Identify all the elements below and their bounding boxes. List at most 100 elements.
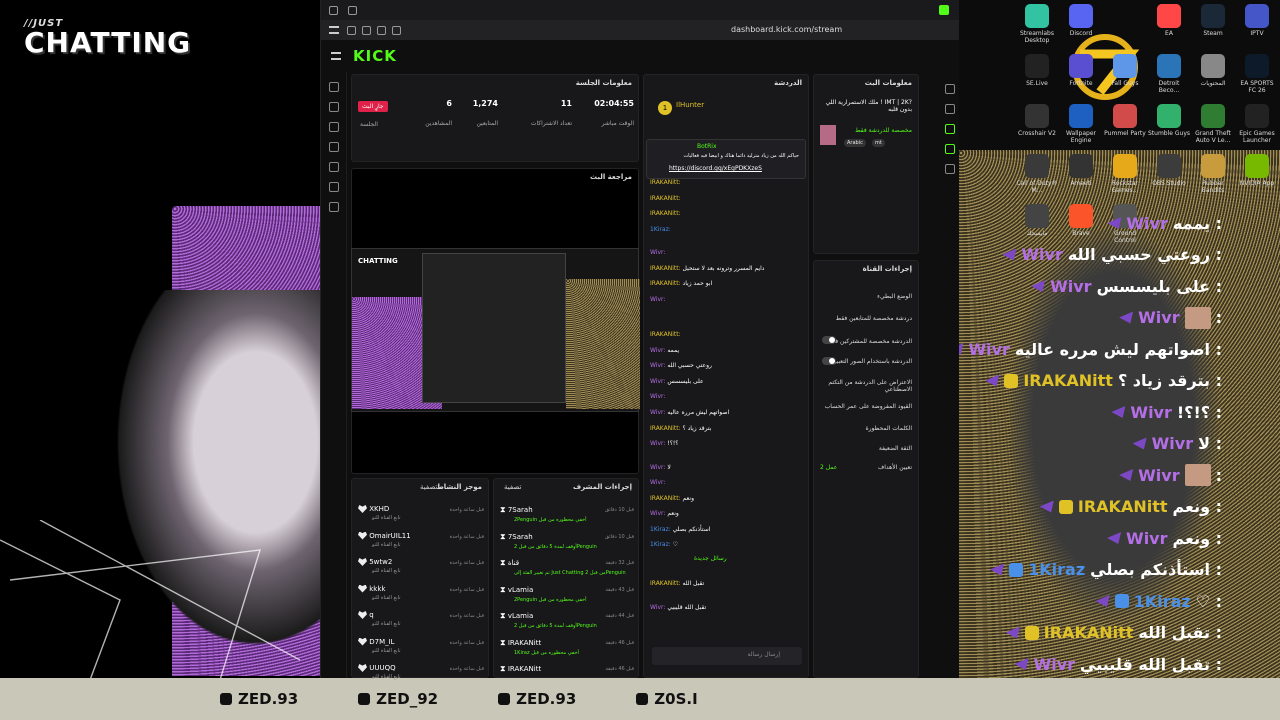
home-icon[interactable] — [328, 102, 339, 112]
stream-preview-video[interactable]: CHATTING — [351, 248, 640, 412]
desktop-icon[interactable]: Stumble Guys — [1148, 104, 1190, 137]
focus-icon[interactable] — [945, 124, 955, 134]
mod-action-user[interactable]: IRAKANitt — [506, 665, 541, 673]
channel-action-item[interactable]: تعيين الأهداف — [878, 464, 912, 471]
desktop-icon[interactable]: Wallpaper Engine — [1060, 104, 1102, 144]
gear-icon[interactable] — [328, 202, 339, 212]
desktop-icon[interactable]: NVIDIA App — [1236, 154, 1278, 187]
desktop-icon[interactable]: Grand Theft Auto V Le... — [1192, 104, 1234, 144]
desktop-icon[interactable]: Rubber Bandits — [1192, 154, 1234, 194]
location-icon[interactable] — [362, 25, 371, 35]
channel-action-item[interactable]: الاعتراض على الدردشة من التكتم الاصطناعي — [814, 379, 912, 393]
tag-arabic[interactable]: Arabic — [844, 139, 866, 147]
desktop-icon[interactable]: EA — [1148, 4, 1190, 37]
edit-icon[interactable] — [392, 25, 401, 35]
hamburger-icon[interactable] — [331, 52, 341, 60]
desktop-icon[interactable]: Fortnite — [1060, 54, 1102, 87]
chat-username[interactable]: Wivr: — [650, 440, 667, 447]
chat-username[interactable]: 1Kiraz: — [650, 526, 673, 533]
tab-icon[interactable] — [348, 5, 357, 15]
desktop-icon[interactable]: Fall Guys — [1104, 54, 1146, 87]
activity-user[interactable]: XKHD — [367, 505, 389, 513]
top-user-name[interactable]: IlHunter — [676, 101, 704, 109]
kick-tab-icon[interactable] — [939, 5, 949, 15]
target-icon[interactable] — [328, 162, 339, 172]
chat-username[interactable]: Wivr: — [650, 393, 665, 400]
chat-username[interactable]: Wivr: — [650, 362, 667, 369]
chat-username[interactable]: Wivr: — [650, 510, 667, 517]
chat-username[interactable]: IRAKANitt: — [650, 179, 681, 186]
desktop-icon[interactable]: OBS Studio — [1148, 154, 1190, 187]
desktop-icon[interactable]: Ameeti — [1060, 154, 1102, 187]
desktop-icon[interactable]: المحتويات — [1192, 54, 1234, 87]
mod-action-user[interactable]: vLamia — [506, 612, 533, 620]
chat-username[interactable]: IRAKANitt: — [650, 495, 683, 502]
channel-action-item[interactable]: الثقة الضعيفة — [879, 445, 912, 452]
chat-username[interactable]: Wivr: — [650, 479, 665, 486]
channel-action-item[interactable]: الدردشة مخصصة للمشتركين فقط — [827, 338, 912, 345]
desktop-icon[interactable]: Steam — [1192, 4, 1234, 37]
desktop-icon[interactable]: Detroit Beco... — [1148, 54, 1190, 94]
trophy-icon[interactable] — [328, 122, 339, 132]
chat-username[interactable]: Wivr: — [650, 347, 667, 354]
chat-username[interactable]: IRAKANitt: — [650, 580, 683, 587]
chat-username[interactable]: IRAKANitt: — [650, 280, 683, 287]
channel-action-item[interactable]: الدردشة باستخدام الصور التعبيرية — [828, 358, 912, 365]
chat-username[interactable]: Wivr: — [650, 249, 665, 256]
chat-username[interactable]: 1Kiraz: — [650, 541, 673, 548]
pen-icon[interactable] — [945, 104, 955, 114]
chat-username[interactable]: Wivr: — [650, 409, 667, 416]
desktop-icon[interactable]: EA SPORTS FC 26 — [1236, 54, 1278, 94]
chat-username[interactable]: 1Kiraz: — [650, 226, 671, 233]
activity-user[interactable]: OmairUIL11 — [367, 532, 410, 540]
chat-username[interactable]: IRAKANitt: — [650, 425, 683, 432]
chat-username[interactable]: IRAKANitt: — [650, 195, 681, 202]
activity-user[interactable]: UUUQQ — [367, 664, 395, 672]
desktop-icon[interactable]: Discord — [1060, 4, 1102, 37]
activity-filter[interactable]: تصفية — [420, 483, 437, 491]
chat-username[interactable]: Wivr: — [650, 464, 667, 471]
mod-action-user[interactable]: IRAKANitt — [506, 639, 541, 647]
mod-action-user[interactable]: vLamia — [506, 586, 533, 594]
menu-icon[interactable] — [329, 26, 339, 34]
channel-action-item[interactable]: الوضع البطيء — [877, 293, 912, 300]
chat-username[interactable]: IRAKANitt: — [650, 331, 681, 338]
pinned-link[interactable]: https://discord.gg/xEgPDKXzeS — [669, 165, 762, 172]
activity-user[interactable]: 5wtw2 — [367, 558, 392, 566]
chat-username[interactable]: Wivr: — [650, 378, 667, 385]
channel-action-item[interactable]: القيود المفروضة على عمر الحساب — [825, 403, 912, 410]
users-icon[interactable] — [328, 142, 339, 152]
tag-mt[interactable]: mt — [872, 139, 885, 147]
sidebar-toggle-icon[interactable] — [329, 5, 338, 15]
desktop-icon[interactable]: Epic Games Launcher — [1236, 104, 1278, 144]
chat-settings-icon[interactable] — [328, 182, 339, 192]
desktop-icon[interactable]: Streamlabs Desktop — [1016, 4, 1058, 44]
desktop-icon[interactable]: SE.Live — [1016, 54, 1058, 87]
chat-input[interactable]: إرسال رسالة — [652, 647, 802, 665]
followers-only-toggle[interactable] — [822, 336, 836, 344]
desktop-icon[interactable]: Call of Duty® M... — [1016, 154, 1058, 194]
nav-icon[interactable] — [347, 25, 356, 35]
chat-username[interactable]: IRAKANitt: — [650, 210, 681, 217]
mod-action-user[interactable]: 7Sarah — [506, 533, 533, 541]
kick-logo[interactable]: KICK — [353, 47, 397, 65]
mod-action-user[interactable]: 7Sarah — [506, 506, 533, 514]
activity-user[interactable]: q — [367, 611, 373, 619]
activity-user[interactable]: kkkk — [367, 585, 385, 593]
mod-action-user[interactable]: قناة — [506, 559, 519, 567]
discord-icon[interactable] — [377, 25, 386, 35]
stream-category[interactable]: مخصصة للدردشة فقط — [855, 127, 912, 134]
desktop-icon[interactable]: Pummel Party — [1104, 104, 1146, 137]
url-field[interactable]: dashboard.kick.com/stream — [731, 25, 842, 34]
emote-only-toggle[interactable] — [822, 357, 836, 365]
channel-action-item[interactable]: دردشة مخصصة للمتابعين فقط — [836, 315, 912, 322]
activity-user[interactable]: D7M_IL — [367, 638, 394, 646]
chat-icon[interactable] — [945, 164, 955, 174]
chat-username[interactable]: IRAKANitt: — [650, 265, 683, 272]
stream-icon[interactable] — [328, 82, 339, 92]
chat-username[interactable]: Wivr: — [650, 604, 667, 611]
info-icon[interactable] — [945, 84, 955, 94]
desktop-icon[interactable]: Rockstar Games... — [1104, 154, 1146, 194]
chat-username[interactable]: Wivr: — [650, 296, 665, 303]
mod-filter[interactable]: تصفية — [504, 483, 521, 491]
